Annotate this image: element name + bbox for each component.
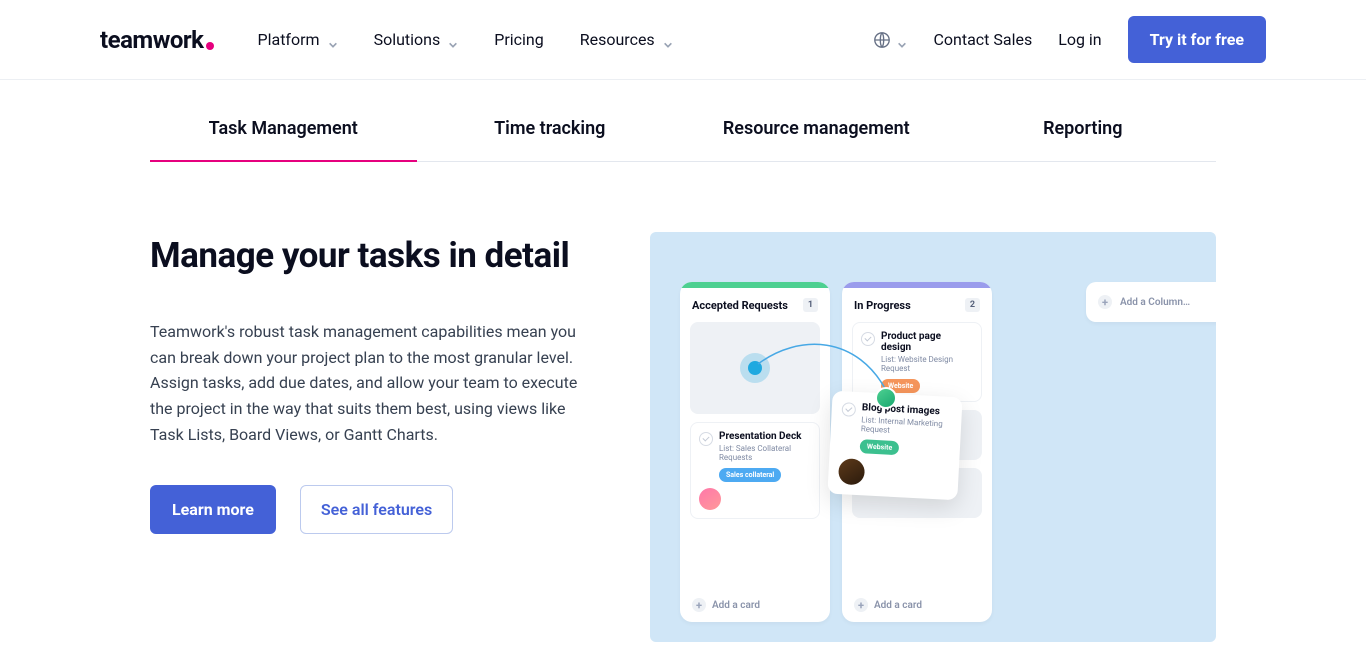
nav-pricing[interactable]: Pricing — [494, 30, 544, 49]
tab-task-management[interactable]: Task Management — [150, 100, 417, 161]
nav-platform[interactable]: Platform — [258, 30, 338, 49]
add-card-footer: + Add a card — [842, 588, 992, 622]
column-title: In Progress — [854, 299, 911, 312]
nav-solutions[interactable]: Solutions — [374, 30, 459, 49]
tab-time-tracking[interactable]: Time tracking — [417, 100, 684, 161]
card-title: Presentation Deck — [699, 431, 811, 442]
nav-platform-label: Platform — [258, 30, 320, 49]
check-circle-icon — [699, 432, 713, 446]
feature-heading: Manage your tasks in detail — [150, 232, 590, 279]
site-header: teamwork Platform Solutions Pricing Reso… — [0, 0, 1366, 80]
plus-icon: + — [1098, 295, 1112, 309]
add-card-label: Add a card — [874, 600, 922, 611]
feature-section: Manage your tasks in detail Teamwork's r… — [0, 162, 1366, 672]
feature-tabs: Task Management Time tracking Resource m… — [150, 100, 1216, 162]
try-free-button[interactable]: Try it for free — [1128, 16, 1266, 63]
chevron-down-icon — [328, 35, 338, 45]
add-column-box: + Add a Column… — [1086, 282, 1216, 322]
plus-icon: + — [854, 598, 868, 612]
add-column-label: Add a Column… — [1120, 297, 1190, 308]
feature-text: Manage your tasks in detail Teamwork's r… — [150, 232, 590, 642]
logo[interactable]: teamwork — [100, 26, 214, 54]
secondary-nav: Contact Sales Log in Try it for free — [873, 16, 1266, 63]
nav-pricing-label: Pricing — [494, 30, 544, 49]
language-switcher[interactable] — [873, 31, 907, 49]
add-card-footer: + Add a card — [680, 588, 830, 622]
logo-dot-icon — [206, 42, 214, 50]
feature-buttons: Learn more See all features — [150, 485, 590, 534]
logo-text: teamwork — [100, 26, 204, 54]
globe-icon — [873, 31, 891, 49]
primary-nav: Platform Solutions Pricing Resources — [258, 30, 673, 49]
card-subtitle: List: Sales Collateral Requests — [719, 444, 811, 462]
nav-solutions-label: Solutions — [374, 30, 441, 49]
avatar — [838, 458, 865, 485]
board-card-presentation: Presentation Deck List: Sales Collateral… — [690, 422, 820, 519]
nav-resources[interactable]: Resources — [580, 30, 673, 49]
avatar — [875, 387, 897, 409]
feature-tabs-wrap: Task Management Time tracking Resource m… — [0, 100, 1366, 162]
chevron-down-icon — [897, 35, 907, 45]
nav-resources-label: Resources — [580, 30, 655, 49]
see-all-features-button[interactable]: See all features — [300, 485, 453, 534]
column-count-badge: 2 — [965, 298, 980, 312]
feature-body: Teamwork's robust task management capabi… — [150, 319, 590, 447]
card-tag: Sales collateral — [719, 468, 781, 482]
plus-icon: + — [692, 598, 706, 612]
card-tag: Website — [860, 439, 900, 455]
avatar — [699, 488, 721, 510]
login-link[interactable]: Log in — [1058, 30, 1101, 49]
contact-sales-link[interactable]: Contact Sales — [933, 30, 1032, 49]
tab-reporting[interactable]: Reporting — [950, 100, 1217, 161]
chevron-down-icon — [448, 35, 458, 45]
column-title: Accepted Requests — [692, 299, 788, 312]
board-illustration: Accepted Requests 1 Presentation Deck Li… — [650, 232, 1216, 642]
learn-more-button[interactable]: Learn more — [150, 485, 276, 534]
tab-resource-management[interactable]: Resource management — [683, 100, 950, 161]
add-card-label: Add a card — [712, 600, 760, 611]
column-count-badge: 1 — [803, 298, 818, 312]
chevron-down-icon — [663, 35, 673, 45]
